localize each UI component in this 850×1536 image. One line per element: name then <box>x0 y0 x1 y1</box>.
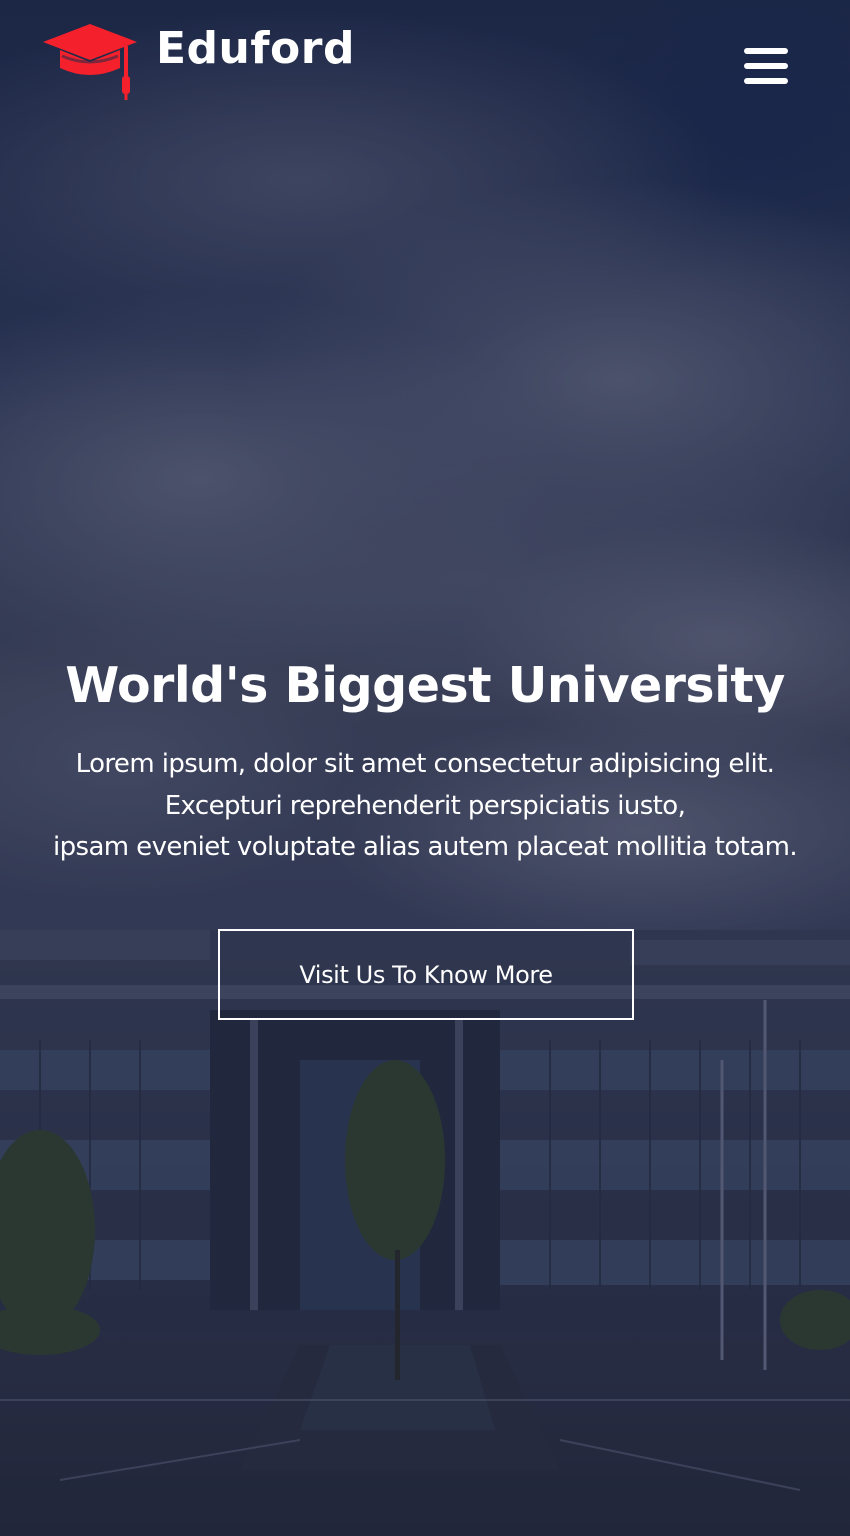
hero-description: Lorem ipsum, dolor sit amet consectetur … <box>0 744 850 869</box>
brand-name: Eduford <box>156 23 355 74</box>
hero-description-line: ipsam eveniet voluptate alias autem plac… <box>52 832 798 862</box>
hero-description-line: Lorem ipsum, dolor sit amet consectetur … <box>75 749 775 779</box>
graduation-cap-icon <box>43 24 137 100</box>
hero-title: World's Biggest University <box>65 657 785 714</box>
hamburger-menu-icon[interactable] <box>740 44 792 88</box>
visit-us-button[interactable]: Visit Us To Know More <box>218 929 634 1020</box>
brand[interactable]: Eduford <box>40 20 355 104</box>
hero-description-line: Excepturi reprehenderit perspiciatis ius… <box>164 790 686 821</box>
